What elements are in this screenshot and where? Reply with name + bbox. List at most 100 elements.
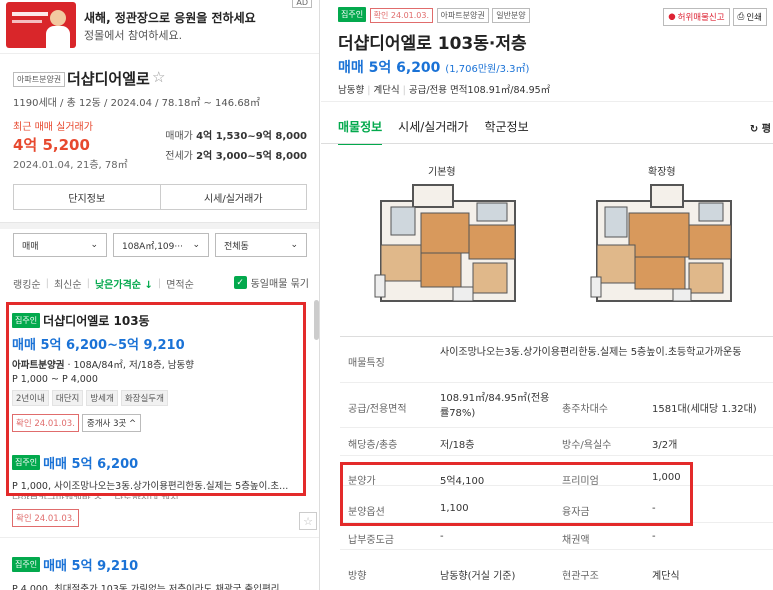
- price-history-button[interactable]: 시세/실거래가: [159, 185, 307, 209]
- owner-tag: 집주인: [12, 557, 41, 572]
- owner-tag: 집주인: [338, 7, 367, 22]
- floorplan-extended-label: 확장형: [648, 167, 676, 178]
- sort-options: 랭킹순 | 최신순 | 낮은가격순 ↓ | 면적순: [13, 276, 194, 291]
- row-label: 해당층/총층: [348, 440, 398, 451]
- detail-meta: 남동향 | 계단식 | 공급/전용 면적108.91㎡/84.95㎡: [338, 85, 551, 96]
- ad-title[interactable]: 새해, 정관장으로 응원을 전하세요: [84, 9, 256, 26]
- table-row: 해당층/총층 저/18층 방수/욕실수 3/2개: [340, 428, 773, 456]
- detail-tags: 집주인 확인 24.01.03. 아파트분양권 일반분양: [338, 7, 530, 23]
- floorplan-basic-image[interactable]: [373, 183, 523, 313]
- recent-deal-label: 최근 매매 실거래가: [13, 122, 93, 133]
- row-label: 공급/전용면적: [348, 404, 407, 415]
- pyeong-toggle[interactable]: ↻ 평: [750, 120, 771, 135]
- recent-deal-price: 4억 5,200: [13, 136, 90, 154]
- type-tag: 아파트분양권: [436, 7, 489, 23]
- star-icon[interactable]: ☆: [299, 512, 317, 530]
- area-select[interactable]: 108A㎡,109··· ⌄: [113, 233, 209, 257]
- detail-panel: 집주인 확인 24.01.03. 아파트분양권 일반분양 ● 허위매물신고 ⎙ 인쇄…: [321, 0, 773, 590]
- complex-type-tag: 아파트분양권: [13, 72, 66, 87]
- row-value-2: 3/2개: [652, 440, 678, 451]
- listing-panel: 새해, 정관장으로 응원을 전하세요 정몰에서 참여하세요. AD 아파트분양권…: [0, 0, 320, 590]
- highlight-box: [6, 302, 306, 496]
- detail-price-unit: (1,706만원/3.3㎡): [445, 64, 530, 75]
- detail-price-value: 매매 5억 6,200: [338, 60, 441, 76]
- sale-kind-tag: 일반분양: [492, 7, 530, 23]
- table-row: 납부중도금 - 채권액 -: [340, 523, 773, 550]
- recent-deal-date: 2024.01.04, 21층, 78㎡: [13, 160, 128, 171]
- chevron-down-icon: ⌄: [192, 240, 200, 250]
- same-listing-toggle[interactable]: ✓ 동일매물 묶기: [233, 275, 309, 290]
- sort-area[interactable]: 면적순: [166, 276, 194, 291]
- checkbox-checked-icon[interactable]: ✓: [233, 276, 247, 289]
- detail-tabs: 매물정보 시세/실거래가 학군정보: [338, 118, 529, 145]
- row-value-2: 계단식: [652, 571, 680, 582]
- row-label: 매물특징: [348, 358, 385, 369]
- row-label-2: 채권액: [562, 535, 590, 546]
- refresh-icon: ↻: [749, 124, 759, 135]
- floorplan-extended-image[interactable]: [589, 183, 739, 313]
- deal-type-select[interactable]: 매매 ⌄: [13, 233, 107, 257]
- ad-banner[interactable]: 새해, 정관장으로 응원을 전하세요 정몰에서 참여하세요. AD: [0, 0, 319, 54]
- chevron-down-icon: ⌄: [90, 240, 98, 250]
- row-label: 납부중도금: [348, 535, 394, 546]
- row-label-2: 총주차대수: [562, 404, 608, 415]
- section-divider: [0, 222, 319, 229]
- scrollbar[interactable]: [314, 300, 319, 340]
- print-label: 인쇄: [746, 13, 762, 23]
- print-button[interactable]: ⎙ 인쇄: [732, 8, 767, 26]
- row-value-2: 1581대(세대당 1.32대): [652, 404, 757, 415]
- dong-value: 전체동: [224, 241, 249, 252]
- row-value: 저/18층: [440, 440, 475, 451]
- tab-listing-info[interactable]: 매물정보: [338, 118, 383, 145]
- detail-area: 공급/전용 면적108.91㎡/84.95㎡: [408, 85, 551, 96]
- highlight-box: [340, 462, 693, 526]
- confirm-date-badge: 확인 24.01.03.: [369, 7, 434, 23]
- confirm-date-badge: 확인 24.01.03.: [12, 509, 79, 527]
- ad-badge: AD: [292, 0, 312, 8]
- sale-price-value: 4억 1,530~9억 8,000: [196, 131, 307, 142]
- listing-item[interactable]: 집주인 매매 5억 9,210 P 4,000, 최대절충가,103동 가림없는 …: [12, 555, 306, 590]
- rent-price-label: 전세가: [165, 151, 193, 162]
- sort-low-price[interactable]: 낮은가격순 ↓: [95, 276, 153, 291]
- row-value: 사이조망나오는3동.상가이용편리한동.실제는 5층높이.초등학교가까운동: [440, 347, 742, 358]
- table-row: 공급/전용면적 108.91㎡/84.95㎡(전용률78%) 총주차대수 158…: [340, 383, 773, 428]
- report-button[interactable]: ● 허위매물신고: [663, 8, 730, 26]
- row-label-2: 방수/욕실수: [562, 440, 612, 451]
- complex-meta: 1190세대 / 총 12동 / 2024.04 / 78.18㎡ ~ 146.…: [13, 98, 261, 109]
- complex-name: 더샵디어엘로: [67, 70, 150, 88]
- listing-description: P 4,000, 최대절충가,103동 가림없는 저층이라도 채광굿,출입편리: [12, 584, 280, 590]
- same-listing-label: 동일매물 묶기: [250, 279, 309, 290]
- sale-price-label: 매매가: [165, 131, 193, 142]
- deal-type-value: 매매: [22, 241, 39, 252]
- row-value: 남동향(거실 기준): [440, 571, 516, 582]
- detail-title: 더샵디어엘로 103동·저층: [338, 34, 527, 54]
- pyeong-label: 평: [761, 124, 771, 135]
- row-value-2: -: [652, 531, 656, 542]
- favorite-star-icon[interactable]: ☆: [152, 68, 165, 86]
- detail-direction: 남동향: [338, 85, 365, 96]
- complex-buttons: 단지정보 시세/실거래가: [13, 184, 307, 210]
- detail-stair: 계단식: [373, 85, 400, 96]
- listing-price[interactable]: 매매 5억 9,210: [43, 559, 138, 574]
- detail-price: 매매 5억 6,200 (1,706만원/3.3㎡): [338, 57, 529, 77]
- row-value: -: [440, 531, 444, 542]
- sale-price-range: 매매가 4억 1,530~9억 8,000: [165, 127, 307, 142]
- row-label-2: 현관구조: [562, 571, 599, 582]
- tab-school-info[interactable]: 학군정보: [484, 118, 528, 145]
- dong-select[interactable]: 전체동 ⌄: [215, 233, 307, 257]
- row-value: 108.91㎡/84.95㎡(전용률78%): [440, 393, 550, 419]
- table-row: 방향 남동향(거실 기준) 현관구조 계단식: [340, 550, 773, 590]
- sort-ranking[interactable]: 랭킹순: [13, 276, 41, 291]
- siren-icon: ●: [668, 12, 676, 22]
- tab-price-history[interactable]: 시세/실거래가: [398, 118, 468, 145]
- detail-actions: ● 허위매물신고 ⎙ 인쇄: [663, 8, 767, 26]
- rent-price-value: 2억 3,000~5억 8,000: [196, 151, 307, 162]
- rent-price-range: 전세가 2억 3,000~5억 8,000: [165, 147, 307, 162]
- ad-thumbnail[interactable]: [6, 2, 76, 48]
- sort-latest[interactable]: 최신순: [54, 276, 82, 291]
- ad-subtitle[interactable]: 정몰에서 참여하세요.: [84, 27, 182, 43]
- table-row: 매물특징 사이조망나오는3동.상가이용편리한동.실제는 5층높이.초등학교가까운…: [340, 337, 773, 383]
- floorplan-basic-label: 기본형: [428, 167, 456, 178]
- complex-info-button[interactable]: 단지정보: [14, 185, 160, 209]
- area-value: 108A㎡,109···: [122, 241, 183, 252]
